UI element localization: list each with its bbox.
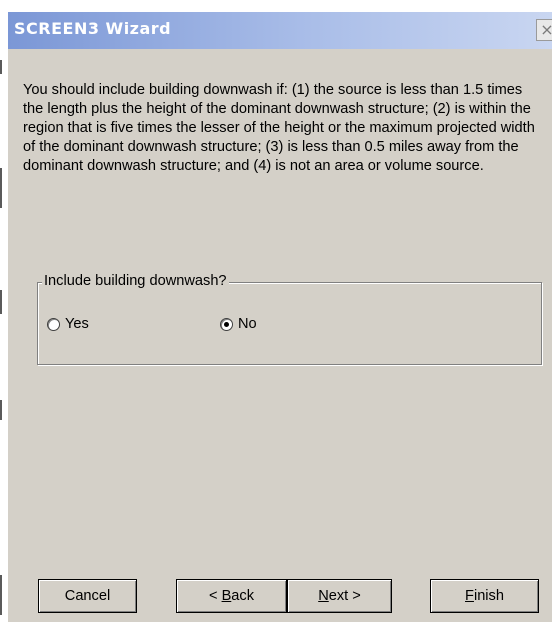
close-button[interactable]: × bbox=[536, 19, 552, 41]
background-edge bbox=[0, 0, 8, 622]
finish-label-mnemonic: F bbox=[465, 588, 474, 604]
groupbox-label: Include building downwash? bbox=[42, 273, 229, 289]
downwash-description: You should include building downwash if:… bbox=[23, 82, 535, 174]
radio-no-circle[interactable] bbox=[220, 317, 233, 331]
back-button[interactable]: < Back bbox=[176, 579, 287, 613]
radio-no[interactable]: No bbox=[220, 316, 257, 332]
radio-yes-circle[interactable] bbox=[47, 317, 60, 331]
radio-yes[interactable]: Yes bbox=[47, 316, 89, 332]
window-title: SCREEN3 Wizard bbox=[14, 19, 172, 38]
close-icon: × bbox=[540, 20, 552, 39]
finish-button[interactable]: Finish bbox=[430, 579, 539, 613]
finish-label-rest: inish bbox=[473, 588, 504, 604]
downwash-groupbox: Include building downwash? Yes No bbox=[37, 273, 542, 365]
wizard-window: SCREEN3 Wizard × You should include buil… bbox=[0, 0, 552, 622]
back-label: < Back bbox=[209, 588, 254, 604]
next-label: Next > bbox=[318, 588, 361, 604]
finish-label: Finish bbox=[465, 588, 504, 604]
next-label-rest: ext > bbox=[328, 588, 361, 604]
edge-mark bbox=[0, 60, 2, 74]
edge-mark bbox=[0, 575, 2, 615]
next-button[interactable]: Next > bbox=[287, 579, 392, 613]
edge-mark bbox=[0, 400, 2, 420]
cancel-label: Cancel bbox=[64, 588, 111, 604]
edge-mark bbox=[0, 290, 2, 314]
title-bar[interactable]: SCREEN3 Wizard × bbox=[8, 12, 552, 49]
back-label-prefix: < bbox=[208, 588, 222, 604]
wizard-page: You should include building downwash if:… bbox=[8, 49, 552, 622]
next-label-mnemonic: N bbox=[318, 588, 329, 604]
back-label-rest: ack bbox=[231, 588, 255, 604]
back-label-mnemonic: B bbox=[221, 588, 232, 604]
edge-mark bbox=[0, 168, 2, 208]
radio-no-label: No bbox=[238, 316, 257, 332]
title-top-strip bbox=[8, 0, 552, 12]
radio-yes-label: Yes bbox=[65, 316, 89, 332]
cancel-button[interactable]: Cancel bbox=[38, 579, 137, 613]
